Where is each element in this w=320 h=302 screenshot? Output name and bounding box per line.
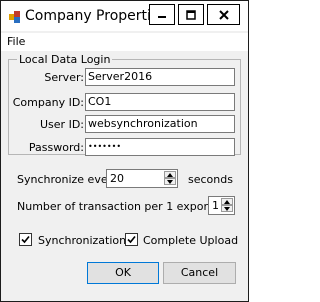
complete-upload-label[interactable]: Complete Upload bbox=[143, 234, 238, 247]
password-label: Password: bbox=[28, 141, 84, 154]
maximize-icon bbox=[186, 9, 196, 20]
close-button[interactable] bbox=[207, 4, 240, 25]
synchronize-spin-buttons bbox=[164, 171, 176, 186]
company-id-label: Company ID: bbox=[12, 96, 84, 109]
title-bar[interactable]: Company Properties bbox=[1, 1, 248, 31]
close-icon bbox=[218, 9, 229, 20]
maximize-button[interactable] bbox=[178, 4, 204, 25]
transactions-up-button[interactable] bbox=[221, 198, 233, 205]
menu-file[interactable]: File bbox=[7, 35, 25, 48]
chevron-down-icon bbox=[224, 206, 230, 211]
local-data-login-title: Local Data Login bbox=[17, 53, 113, 66]
app-icon bbox=[9, 11, 21, 23]
minimize-button[interactable] bbox=[149, 4, 175, 25]
seconds-label: seconds bbox=[188, 173, 233, 186]
synchronize-down-button[interactable] bbox=[164, 178, 176, 185]
menu-bar: File bbox=[1, 33, 248, 51]
company-id-field[interactable]: CO1 bbox=[85, 93, 235, 111]
password-field[interactable]: ••••••• bbox=[85, 138, 235, 156]
minimize-icon bbox=[158, 15, 166, 18]
transactions-label: Number of transaction per 1 export: bbox=[17, 200, 217, 213]
synchronize-up-button[interactable] bbox=[164, 171, 176, 178]
cancel-button[interactable]: Cancel bbox=[163, 262, 236, 284]
window-title: Company Properties bbox=[25, 8, 167, 24]
user-id-field[interactable]: websynchronization bbox=[85, 115, 235, 133]
chevron-up-icon bbox=[224, 199, 230, 204]
synchronize-interval-value: 20 bbox=[110, 172, 124, 185]
transactions-spin-buttons bbox=[221, 198, 233, 213]
synchronize-interval-stepper[interactable]: 20 bbox=[106, 169, 178, 188]
complete-upload-checkbox[interactable] bbox=[125, 233, 138, 246]
server-field[interactable]: Server2016 bbox=[85, 68, 235, 86]
checkmark-icon bbox=[127, 235, 136, 244]
user-id-label: User ID: bbox=[40, 118, 84, 131]
synchronization-checkbox[interactable] bbox=[19, 233, 32, 246]
transactions-value: 1 bbox=[212, 199, 219, 212]
checkmark-icon bbox=[21, 235, 30, 244]
synchronization-label[interactable]: Synchronization bbox=[38, 234, 126, 247]
synchronize-label: Synchronize every bbox=[17, 173, 119, 186]
chevron-down-icon bbox=[167, 179, 173, 184]
server-label: Server: bbox=[44, 71, 84, 84]
transactions-stepper[interactable]: 1 bbox=[208, 196, 235, 215]
chevron-up-icon bbox=[167, 172, 173, 177]
ok-button[interactable]: OK bbox=[87, 262, 159, 284]
transactions-down-button[interactable] bbox=[221, 205, 233, 212]
company-properties-window: Company Properties File Local Data Login… bbox=[0, 0, 249, 302]
